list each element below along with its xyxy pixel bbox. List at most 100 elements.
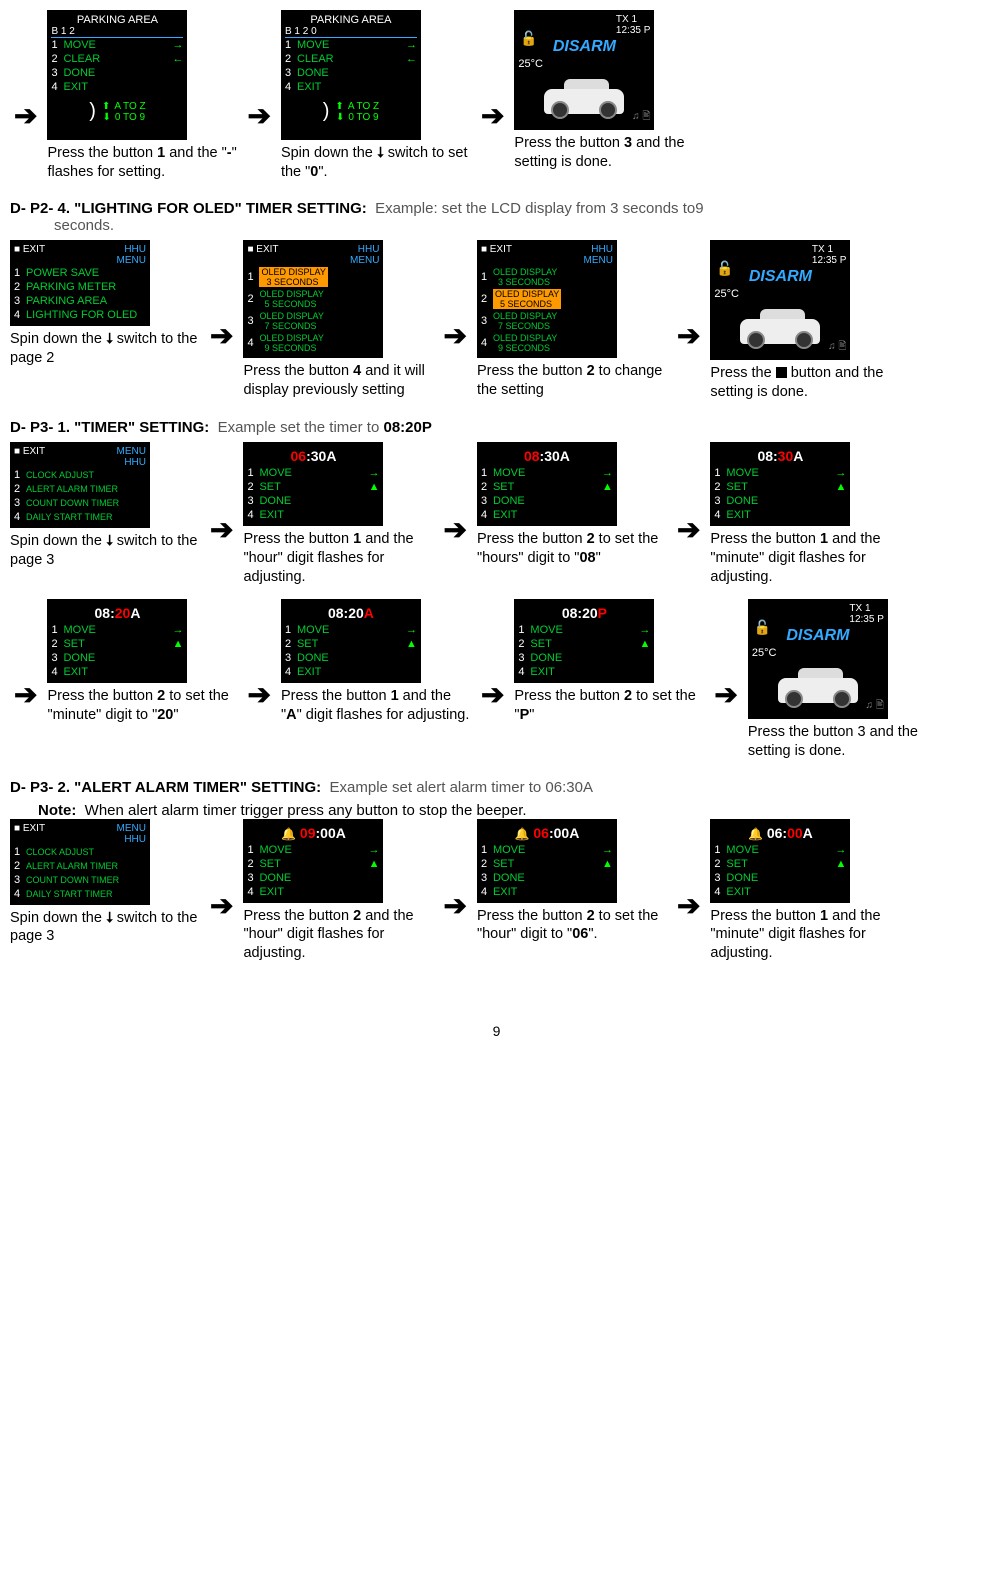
caption-1: Press the button 1 and the "-" flashes f… bbox=[47, 144, 237, 182]
step-2: PARKING AREA B 1 2 0 1MOVE→ 2CLEAR← 3DON… bbox=[281, 10, 471, 182]
s4-step4: 🔔 06:00A 1MOVE→ 2SET▲ 3DONE 4EXIT Press … bbox=[710, 819, 900, 964]
lock-icon: 🔓 bbox=[754, 619, 771, 636]
bell-icon: 🔔 bbox=[748, 827, 763, 841]
section-4-row: ■ EXITMENUHHU 1CLOCK ADJUST 2ALERT ALARM… bbox=[10, 819, 983, 964]
screen-title: PARKING AREA bbox=[51, 14, 183, 26]
s2-step4: TX 112:35 P 🔓 DISARM 25°C ♫ 🖹 Press the … bbox=[710, 240, 900, 402]
disarm-screen: TX 112:35 P 🔓 DISARM 25°C ♫ 🖹 bbox=[710, 240, 850, 360]
screen-title: PARKING AREA bbox=[285, 14, 417, 26]
arrow-icon: ➔ bbox=[677, 859, 700, 922]
s3-cap6: Press the button 1 and the "A" digit fla… bbox=[281, 687, 471, 725]
s3-step7: 08:20P 1MOVE→ 2SET▲ 3DONE 4EXIT Press th… bbox=[514, 599, 704, 725]
oled-screen-2: ■ EXITHHUMENU 1OLED DISPLAY 3 SECONDS 2O… bbox=[477, 240, 617, 358]
s3-cap4: Press the button 1 and the "minute" digi… bbox=[710, 530, 900, 587]
section-2-row: ■ EXITHHUMENU 1POWER SAVE 2PARKING METER… bbox=[10, 240, 983, 402]
phone-icon: ) bbox=[89, 100, 96, 123]
s3-step4: 08:30A 1MOVE→ 2SET▲ 3DONE 4EXIT Press th… bbox=[710, 442, 900, 587]
s4-cap1: Spin down the ⭣ switch to the page 3 bbox=[10, 909, 200, 947]
spin-down-icon: ⭣ bbox=[106, 330, 113, 349]
s3-cap7: Press the button 2 to set the "P" bbox=[514, 687, 704, 725]
opt-clear: CLEAR bbox=[63, 53, 100, 65]
s3-step2: 06:30A 1MOVE→ 2SET▲ 3DONE 4EXIT Press th… bbox=[243, 442, 433, 587]
down-icon: ⬇ bbox=[103, 112, 111, 123]
status-icons: ♫ 🖹 bbox=[632, 109, 650, 126]
step-3: TX 112:35 P 🔓 DISARM 25°C ♫ 🖹 Press the … bbox=[514, 10, 704, 172]
heading-p3-1: D- P3- 1. "TIMER" SETTING: Example set t… bbox=[10, 419, 983, 436]
s3-cap2: Press the button 1 and the "hour" digit … bbox=[243, 530, 433, 587]
s3-step8: TX 112:35 P 🔓 DISARM 25°C ♫ 🖹 Press the … bbox=[748, 599, 938, 761]
disarm-screen: TX 112:35 P 🔓 DISARM 25°C ♫ 🖹 bbox=[514, 10, 654, 130]
car-icon bbox=[735, 304, 825, 349]
stop-icon bbox=[776, 367, 787, 378]
arrow-icon: ➔ bbox=[481, 59, 504, 132]
arrow-icon: ➔ bbox=[210, 859, 233, 922]
alarm-screen-2: 🔔 06:00A 1MOVE→ 2SET▲ 3DONE 4EXIT bbox=[477, 819, 617, 903]
tx-label: TX 1 bbox=[616, 14, 637, 25]
s3-cap3: Press the button 2 to set the "hours" di… bbox=[477, 530, 667, 568]
opt-exit: EXIT bbox=[63, 81, 87, 93]
s4-cap4: Press the button 1 and the "minute" digi… bbox=[710, 907, 900, 964]
b12-text: B 1 2 bbox=[51, 26, 183, 38]
s3-step3: 08:30A 1MOVE→ 2SET▲ 3DONE 4EXIT Press th… bbox=[477, 442, 667, 568]
caption-2: Spin down the ⭣ switch to set the "0". bbox=[281, 144, 471, 182]
heading-p3-2: D- P3- 2. "ALERT ALARM TIMER" SETTING: E… bbox=[10, 779, 983, 796]
timer-screen-1: 06:30A 1MOVE→ 2SET▲ 3DONE 4EXIT bbox=[243, 442, 383, 526]
s2-step1: ■ EXITHHUMENU 1POWER SAVE 2PARKING METER… bbox=[10, 240, 200, 368]
arrow-icon: ➔ bbox=[210, 483, 233, 546]
lock-icon: 🔓 bbox=[520, 30, 537, 47]
section-3-row1: ■ EXITMENUHHU 1CLOCK ADJUST 2ALERT ALARM… bbox=[10, 442, 983, 587]
caption-3: Press the button 3 and the setting is do… bbox=[514, 134, 704, 172]
arrow-icon: ➔ bbox=[481, 648, 504, 711]
timer-screen-2: 08:30A 1MOVE→ 2SET▲ 3DONE 4EXIT bbox=[477, 442, 617, 526]
s4-cap3: Press the button 2 to set the "hour" dig… bbox=[477, 907, 667, 945]
car-icon bbox=[539, 74, 629, 119]
phone-icon: ) bbox=[323, 100, 330, 123]
arrow-icon: ➔ bbox=[443, 483, 466, 546]
down-icon: ⬇ bbox=[336, 112, 344, 123]
timer-screen-4: 08:20A 1MOVE→ 2SET▲ 3DONE 4EXIT bbox=[47, 599, 187, 683]
menu-page3-screen: ■ EXITMENUHHU 1CLOCK ADJUST 2ALERT ALARM… bbox=[10, 819, 150, 905]
parking-screen-1: PARKING AREA B 1 2 1MOVE→ 2CLEAR← 3DONE … bbox=[47, 10, 187, 140]
bell-icon: 🔔 bbox=[515, 827, 530, 841]
opt-done: DONE bbox=[63, 67, 95, 79]
s2-cap1: Spin down the ⭣ switch to the page 2 bbox=[10, 330, 200, 368]
s2-cap3: Press the button 2 to change the setting bbox=[477, 362, 667, 400]
arrow-icon: ➔ bbox=[247, 59, 270, 132]
b120-text: B 1 2 0 bbox=[285, 26, 417, 38]
s3-step1: ■ EXITMENUHHU 1CLOCK ADJUST 2ALERT ALARM… bbox=[10, 442, 200, 570]
up-icon: ⬆ bbox=[102, 101, 110, 112]
opt-move: MOVE bbox=[63, 39, 95, 51]
arrow-icon: ➔ bbox=[14, 59, 37, 132]
s2-cap4: Press the button and the setting is done… bbox=[710, 364, 900, 402]
s2-step3: ■ EXITHHUMENU 1OLED DISPLAY 3 SECONDS 2O… bbox=[477, 240, 667, 400]
timer-screen-3: 08:30A 1MOVE→ 2SET▲ 3DONE 4EXIT bbox=[710, 442, 850, 526]
disarm-screen: TX 112:35 P 🔓 DISARM 25°C ♫ 🖹 bbox=[748, 599, 888, 719]
arrow-icon: ➔ bbox=[714, 648, 737, 711]
spin-down-icon: ⭣ bbox=[106, 532, 113, 551]
s2-cap2: Press the button 4 and it will display p… bbox=[243, 362, 433, 400]
note-line: Note: When alert alarm timer trigger pre… bbox=[38, 802, 983, 819]
arrow-icon: ➔ bbox=[247, 648, 270, 711]
s2-step2: ■ EXITHHUMENU 1OLED DISPLAY 3 SECONDS 2O… bbox=[243, 240, 433, 400]
lock-icon: 🔓 bbox=[716, 260, 733, 277]
car-icon bbox=[773, 663, 863, 708]
section-3-row2: ➔ 08:20A 1MOVE→ 2SET▲ 3DONE 4EXIT Press … bbox=[10, 599, 983, 761]
temp-label: 25°C bbox=[518, 58, 650, 70]
arrow-icon: ➔ bbox=[677, 483, 700, 546]
atoz: A TO Z bbox=[114, 101, 145, 112]
menu-page3-screen: ■ EXITMENUHHU 1CLOCK ADJUST 2ALERT ALARM… bbox=[10, 442, 150, 528]
zto9: 0 TO 9 bbox=[115, 112, 145, 123]
step-1: PARKING AREA B 1 2 1MOVE→ 2CLEAR← 3DONE … bbox=[47, 10, 237, 182]
s3-cap5: Press the button 2 to set the "minute" d… bbox=[47, 687, 237, 725]
oled-screen-1: ■ EXITHHUMENU 1OLED DISPLAY 3 SECONDS 2O… bbox=[243, 240, 383, 358]
page-number: 9 bbox=[10, 1023, 983, 1039]
s4-step1: ■ EXITMENUHHU 1CLOCK ADJUST 2ALERT ALARM… bbox=[10, 819, 200, 947]
up-icon: ⬆ bbox=[335, 101, 343, 112]
arrow-icon: ➔ bbox=[677, 289, 700, 352]
arrow-icon: ➔ bbox=[14, 648, 37, 711]
section-1-row: ➔ PARKING AREA B 1 2 1MOVE→ 2CLEAR← 3DON… bbox=[10, 10, 983, 182]
alarm-screen-3: 🔔 06:00A 1MOVE→ 2SET▲ 3DONE 4EXIT bbox=[710, 819, 850, 903]
heading-p2-4: D- P2- 4. "LIGHTING FOR OLED" TIMER SETT… bbox=[10, 200, 983, 234]
spin-down-icon: ⭣ bbox=[377, 144, 384, 163]
time-label: 12:35 P bbox=[616, 25, 650, 36]
